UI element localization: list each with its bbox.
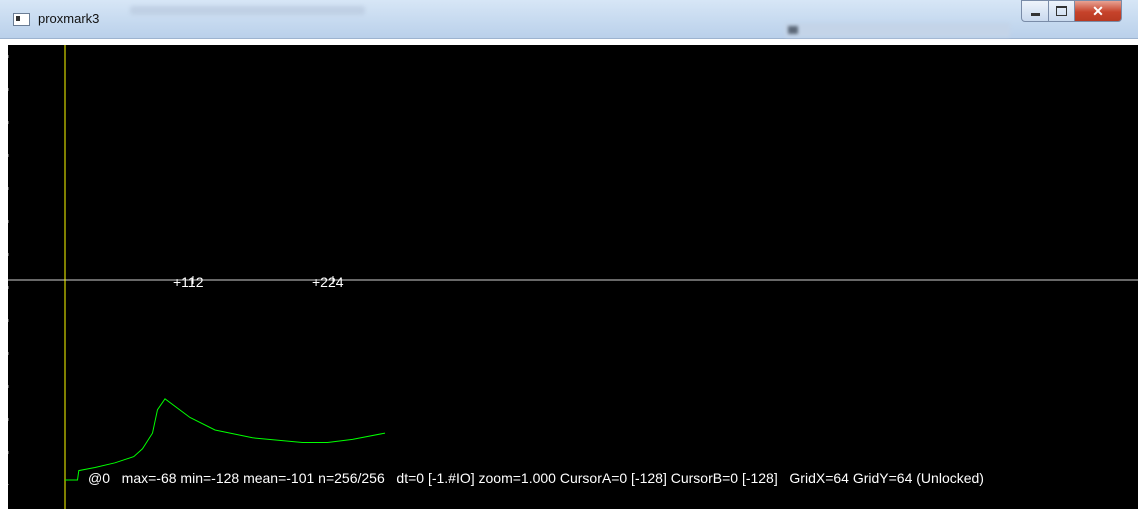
graph-plot-area[interactable]: +112 +224 @0 max=-68 min=-128 mean=-101 … [8,45,1138,509]
minimize-button[interactable] [1021,0,1049,22]
status-position: @0 [88,470,110,486]
status-line: @0 max=-68 min=-128 mean=-101 n=256/256 … [88,470,984,486]
close-button[interactable]: ✕ [1075,0,1122,22]
title-bar[interactable]: proxmark3 ✕ [0,0,1138,39]
status-stats: max=-68 min=-128 mean=-101 n=256/256 [121,470,385,486]
minimize-icon [1030,13,1040,16]
status-dt-zoom: dt=0 [-1.#IO] zoom=1.000 CursorA=0 [-128… [396,470,778,486]
proxmark3-window: proxmark3 ✕ +112 +224 @0 max=-68 min=-12… [0,0,1138,512]
blurred-background-text [130,6,365,15]
tick-label-112: +112 [173,274,204,290]
maximize-button[interactable] [1049,0,1075,22]
status-grid: GridX=64 GridY=64 (Unlocked) [789,470,984,486]
blurred-background-window [785,23,1010,37]
close-icon: ✕ [1092,2,1104,19]
maximize-icon [1056,6,1067,16]
window-title: proxmark3 [38,11,100,26]
app-icon[interactable] [13,13,30,26]
signal-trace [65,398,386,481]
tick-label-224: +224 [312,274,344,290]
graph-svg[interactable]: +112 +224 [8,45,1138,509]
